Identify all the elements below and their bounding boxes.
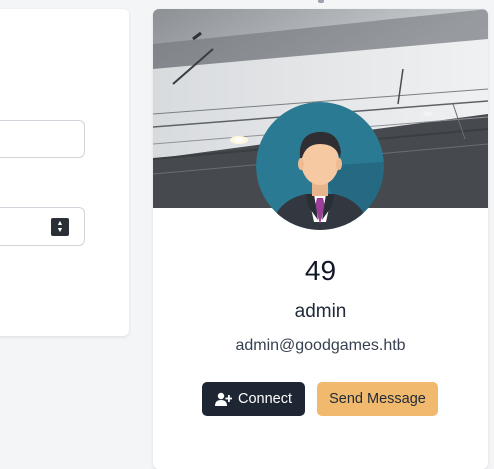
- send-message-label: Send Message: [329, 391, 426, 407]
- profile-number-input[interactable]: ▲ ▼: [0, 207, 85, 246]
- username: admin: [294, 301, 347, 322]
- profile-form-card: ▲ ▼: [0, 9, 129, 336]
- number-spinner[interactable]: ▲ ▼: [51, 218, 69, 236]
- spinner-up-icon[interactable]: ▲: [57, 220, 64, 227]
- top-edge-marker: [318, 0, 324, 3]
- send-message-button[interactable]: Send Message: [317, 382, 438, 416]
- profile-card: 49 admin admin@goodgames.htb Connect Sen…: [153, 9, 488, 469]
- user-id: 49: [304, 255, 337, 286]
- avatar: [256, 102, 384, 230]
- profile-text-input[interactable]: [0, 120, 85, 158]
- connect-button[interactable]: Connect: [202, 382, 305, 416]
- user-email: admin@goodgames.htb: [235, 337, 406, 354]
- spinner-down-icon[interactable]: ▼: [57, 227, 64, 234]
- user-plus-icon: [214, 392, 232, 406]
- connect-label: Connect: [237, 391, 292, 407]
